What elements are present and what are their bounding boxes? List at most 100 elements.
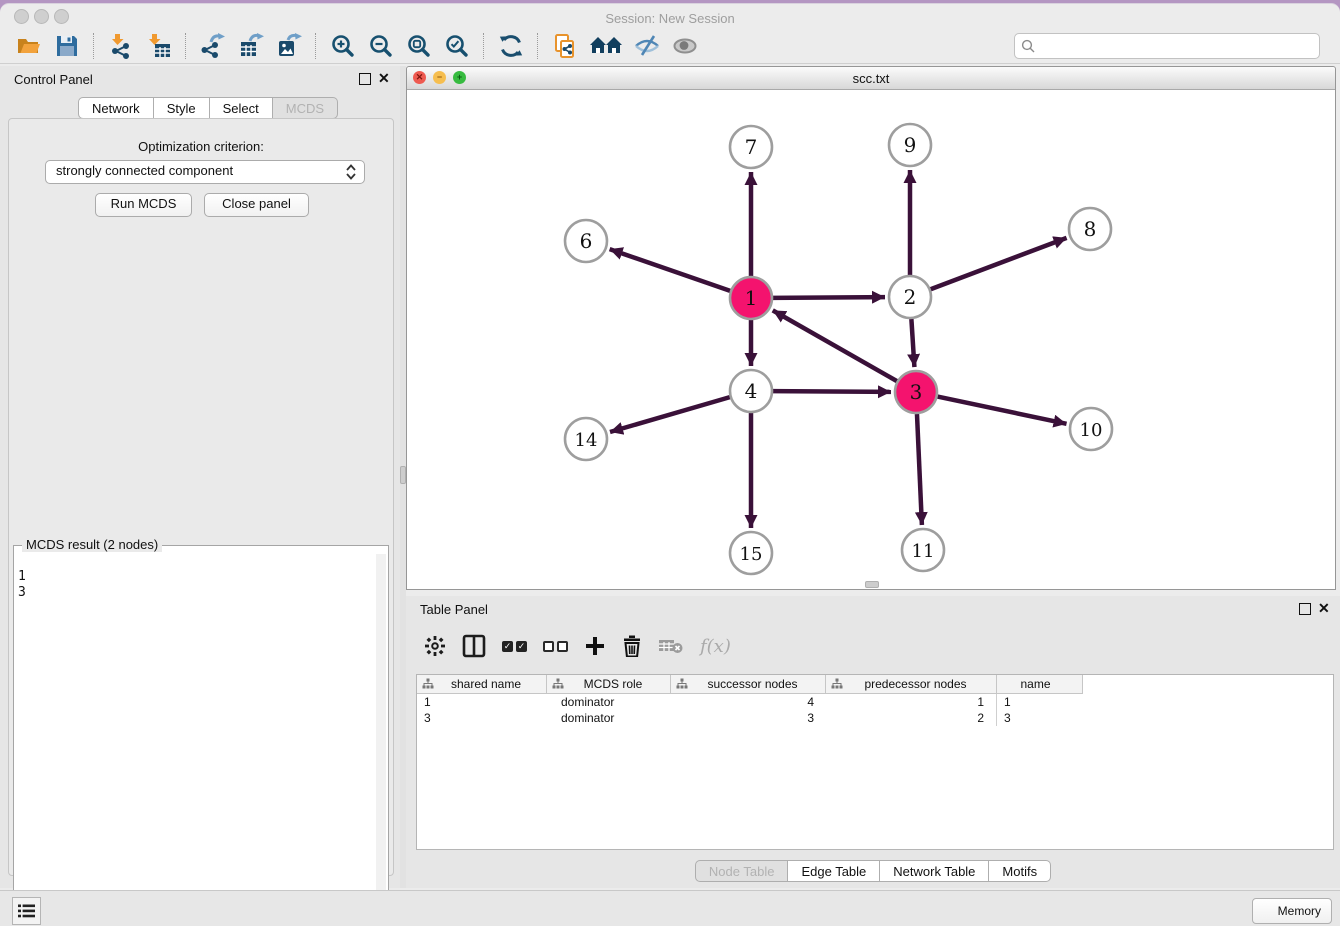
graph-edge-3-11[interactable] [917,414,922,525]
graph-node-label: 7 [745,135,758,159]
add-row-icon[interactable] [584,635,606,657]
table-cell[interactable]: 1 [826,694,997,710]
network-view-window: ✕ − + scc.txt 1234678910111415 [406,66,1336,590]
graph-node-label: 4 [745,379,758,403]
table-panel: Table Panel ✕ ✓✓ f(x) shared [406,596,1340,888]
show-graphics-details-icon[interactable] [670,31,700,61]
column-type-icon [422,678,434,690]
duplicate-network-icon[interactable] [550,31,580,61]
column-header-successor-nodes[interactable]: successor nodes [671,675,826,694]
titlebar: Session: New Session [0,3,1340,28]
network-window-titlebar[interactable]: ✕ − + scc.txt [407,67,1335,90]
graph-edge-4-3[interactable] [773,391,891,392]
import-table-icon[interactable] [144,31,174,61]
table-row[interactable]: 1dominator411 [417,694,1333,710]
table-cell[interactable]: 2 [826,710,997,726]
toolbar-separator [185,33,187,59]
zoom-fit-icon[interactable] [404,31,434,61]
graph-edge-3-1[interactable] [773,310,897,381]
search-input[interactable] [1039,37,1313,54]
hide-graphics-details-icon[interactable] [632,31,662,61]
close-panel-button[interactable]: Close panel [204,193,309,217]
column-header-name[interactable]: name [997,675,1083,694]
table-cell[interactable]: dominator [547,710,671,726]
import-network-icon[interactable] [106,31,136,61]
column-header-shared-name[interactable]: shared name [417,675,547,694]
tab-select[interactable]: Select [210,97,273,119]
table-body: 1dominator4113dominator323 [417,694,1333,726]
deselect-all-icon[interactable] [543,641,568,652]
control-panel-title: Control Panel [14,72,93,87]
export-network-icon[interactable] [198,31,228,61]
zoom-selected-icon[interactable] [442,31,472,61]
table-cell[interactable]: 4 [671,694,826,710]
column-header-mcds-role[interactable]: MCDS role [547,675,671,694]
optimization-criterion-select[interactable]: strongly connected component [45,160,365,184]
table-cell[interactable]: 1 [997,694,1083,710]
control-panel-tabs: Network Style Select MCDS [78,97,338,119]
graph-node-label: 1 [745,286,758,310]
graph-node-label: 3 [910,380,923,404]
graph-node-label: 2 [904,285,917,309]
delete-row-icon[interactable] [622,635,642,657]
zoom-out-icon[interactable] [366,31,396,61]
table-cell[interactable]: 3 [997,710,1083,726]
graph-node-label: 6 [580,229,593,253]
table-cell[interactable]: 3 [671,710,826,726]
home-icon[interactable] [588,31,624,61]
column-header-predecessor-nodes[interactable]: predecessor nodes [826,675,997,694]
table-panel-header: Table Panel ✕ [406,596,1340,622]
run-mcds-button[interactable]: Run MCDS [95,193,192,217]
show-columns-icon[interactable] [462,634,486,658]
table-cell[interactable]: 1 [417,694,547,710]
graph-edge-1-2[interactable] [773,297,885,298]
table-toolbar: ✓✓ f(x) [416,626,739,666]
control-panel: Control Panel ✕ Network Style Select MCD… [0,66,400,888]
zoom-in-icon[interactable] [328,31,358,61]
status-bar: Memory [0,890,1340,926]
network-canvas[interactable]: 1234678910111415 [407,89,1335,589]
graph-edge-2-3[interactable] [911,319,914,367]
tab-node-table[interactable]: Node Table [695,860,789,882]
result-scrollbar[interactable] [376,554,386,922]
table-row[interactable]: 3dominator323 [417,710,1333,726]
mcds-result-text[interactable]: 1 3 [18,569,374,907]
tab-edge-table[interactable]: Edge Table [788,860,880,882]
float-panel-icon[interactable] [1299,603,1311,615]
splitter-grip[interactable] [865,581,879,588]
close-panel-icon[interactable]: ✕ [1318,600,1330,616]
export-image-icon[interactable] [274,31,304,61]
graph-edge-4-14[interactable] [610,397,730,432]
window-title: Session: New Session [0,11,1340,26]
toolbar-separator [483,33,485,59]
settings-gear-icon[interactable] [424,635,446,657]
save-session-icon[interactable] [52,31,82,61]
open-session-icon[interactable] [14,31,44,61]
tab-mcds[interactable]: MCDS [273,97,338,119]
tab-network-table[interactable]: Network Table [880,860,989,882]
select-all-icon[interactable]: ✓✓ [502,641,527,652]
task-history-button[interactable] [12,897,41,925]
float-panel-icon[interactable] [359,73,371,85]
export-table-icon[interactable] [236,31,266,61]
graph-edge-1-6[interactable] [610,249,731,291]
table-cell[interactable]: dominator [547,694,671,710]
graph-edge-2-8[interactable] [931,238,1067,289]
graph-node-label: 10 [1080,420,1103,441]
tab-motifs[interactable]: Motifs [989,860,1051,882]
toolbar-separator [93,33,95,59]
graph-edge-3-10[interactable] [938,397,1067,424]
table-tabs: Node Table Edge Table Network Table Moti… [406,860,1340,882]
memory-button[interactable]: Memory [1252,898,1332,924]
close-panel-icon[interactable]: ✕ [378,70,390,86]
column-type-icon [552,678,564,690]
main-toolbar [0,28,1340,64]
graph-node-label: 8 [1084,217,1097,241]
refresh-icon[interactable] [496,31,526,61]
tab-style[interactable]: Style [154,97,210,119]
mcds-result-group: MCDS result (2 nodes) 1 3 [13,545,389,925]
graph-node-label: 15 [740,544,763,565]
table-cell[interactable]: 3 [417,710,547,726]
node-table: shared name MCDS role successor nodes pr… [416,674,1334,850]
tab-network[interactable]: Network [78,97,154,119]
